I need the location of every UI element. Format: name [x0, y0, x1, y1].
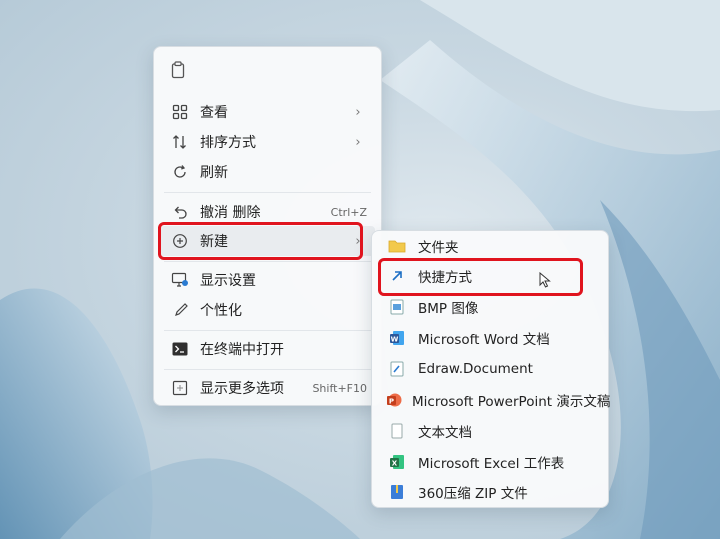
paste-icon[interactable] — [170, 61, 186, 79]
terminal-icon — [166, 342, 194, 356]
folder-icon — [386, 239, 408, 253]
menu-item-label: 查看 — [200, 105, 228, 121]
submenu-item-bmp-image[interactable]: BMP 图像 — [378, 292, 602, 322]
menu-divider — [164, 369, 371, 370]
submenu-item-label: Edraw.Document — [418, 361, 533, 377]
menu-item-show-more-options[interactable]: 显示更多选项 Shift+F10 — [160, 373, 375, 403]
refresh-icon — [166, 164, 194, 180]
new-plus-icon — [166, 233, 194, 249]
shortcut-text: Shift+F10 — [312, 381, 367, 395]
sort-icon — [166, 134, 194, 150]
menu-item-refresh[interactable]: 刷新 — [160, 157, 375, 187]
submenu-item-edraw[interactable]: Edraw.Document — [378, 354, 602, 384]
menu-divider — [164, 330, 371, 331]
view-grid-icon — [166, 104, 194, 120]
svg-text:W: W — [391, 336, 399, 344]
menu-item-label: 个性化 — [200, 303, 242, 319]
shortcut-arrow-icon — [386, 269, 408, 283]
excel-icon: X — [386, 454, 408, 470]
submenu-item-excel[interactable]: X Microsoft Excel 工作表 — [378, 447, 602, 477]
menu-divider — [164, 192, 371, 193]
personalize-brush-icon — [166, 302, 194, 318]
menu-item-view[interactable]: 查看 › — [160, 97, 375, 127]
submenu-item-powerpoint[interactable]: P Microsoft PowerPoint 演示文稿 — [378, 385, 610, 415]
menu-item-open-terminal[interactable]: 在终端中打开 — [160, 334, 375, 364]
submenu-item-label: Microsoft PowerPoint 演示文稿 — [412, 394, 611, 410]
submenu-item-label: Microsoft Word 文档 — [418, 332, 550, 348]
desktop-context-menu: 查看 › 排序方式 › 刷新 撤消 删除 Ctrl+Z 新建 › 显示设置 个性… — [153, 46, 382, 406]
menu-item-label: 排序方式 — [200, 135, 256, 151]
menu-item-label: 刷新 — [200, 165, 228, 181]
chevron-right-icon: › — [355, 134, 361, 150]
more-options-icon — [166, 380, 194, 396]
submenu-item-zip[interactable]: 360压缩 ZIP 文件 — [378, 477, 602, 507]
submenu-item-label: 文件夹 — [418, 240, 459, 256]
menu-item-undo-delete[interactable]: 撤消 删除 Ctrl+Z — [160, 197, 375, 227]
submenu-item-label: 文本文档 — [418, 425, 472, 441]
submenu-item-label: 快捷方式 — [418, 270, 472, 286]
menu-item-label: 新建 — [200, 234, 228, 250]
menu-item-personalize[interactable]: 个性化 — [160, 295, 375, 325]
word-icon: W — [386, 330, 408, 346]
new-submenu: 文件夹 快捷方式 BMP 图像 W Microsoft Word 文档 Edra… — [371, 230, 610, 508]
submenu-item-folder[interactable]: 文件夹 — [378, 231, 602, 261]
chevron-right-icon: › — [355, 104, 361, 120]
submenu-item-label: Microsoft Excel 工作表 — [418, 456, 565, 472]
menu-item-new[interactable]: 新建 › — [160, 226, 375, 256]
menu-item-sort[interactable]: 排序方式 › — [160, 127, 375, 157]
submenu-item-label: BMP 图像 — [418, 301, 479, 317]
submenu-item-text-document[interactable]: 文本文档 — [378, 416, 602, 446]
bmp-image-icon — [386, 299, 408, 315]
menu-item-label: 撤消 删除 — [200, 205, 261, 221]
submenu-item-label: 360压缩 ZIP 文件 — [418, 486, 528, 502]
text-document-icon — [386, 423, 408, 439]
edraw-icon — [386, 361, 408, 377]
menu-divider — [164, 261, 371, 262]
shortcut-text: Ctrl+Z — [330, 205, 367, 219]
menu-item-label: 在终端中打开 — [200, 342, 284, 358]
mouse-cursor-icon — [539, 271, 551, 288]
submenu-item-shortcut[interactable]: 快捷方式 — [378, 261, 602, 291]
powerpoint-icon: P — [386, 392, 402, 408]
menu-item-label: 显示设置 — [200, 273, 256, 289]
undo-icon — [166, 204, 194, 220]
chevron-right-icon: › — [355, 233, 361, 249]
svg-text:P: P — [389, 398, 394, 406]
svg-text:X: X — [392, 460, 398, 468]
menu-item-display-settings[interactable]: 显示设置 — [160, 265, 375, 295]
menu-item-label: 显示更多选项 — [200, 381, 284, 397]
zip-icon — [386, 484, 408, 500]
display-settings-icon — [166, 272, 194, 288]
submenu-item-word[interactable]: W Microsoft Word 文档 — [378, 323, 602, 353]
